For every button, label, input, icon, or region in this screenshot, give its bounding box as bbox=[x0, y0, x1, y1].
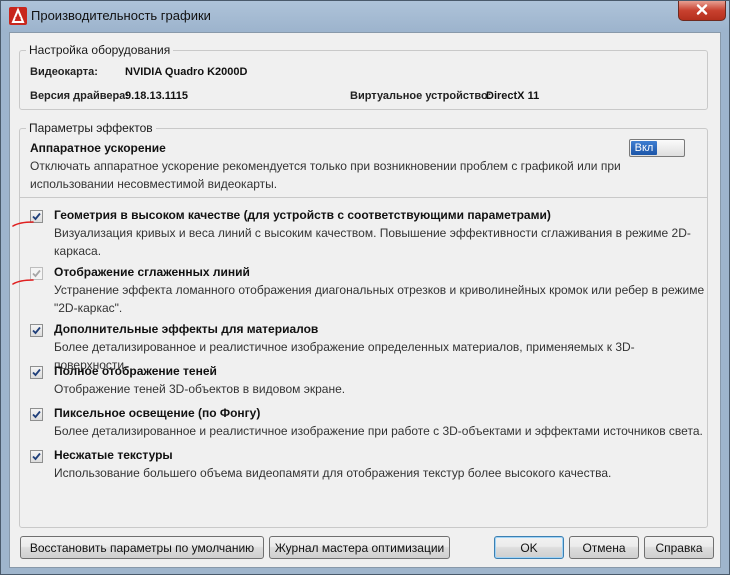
red-annotation-mark bbox=[12, 221, 34, 227]
full-shadows-desc: Отображение теней 3D-объектов в видовом … bbox=[54, 382, 346, 396]
smooth-lines-desc-line2: "2D-каркас". bbox=[54, 301, 123, 315]
videocard-label: Видеокарта: bbox=[30, 66, 98, 78]
checkmark-icon bbox=[32, 410, 41, 419]
red-annotation-mark bbox=[12, 279, 34, 285]
virtual-device-label: Виртуальное устройство: bbox=[350, 90, 492, 102]
hw-accel-desc-line2: использовании несовместимой видеокарты. bbox=[30, 177, 278, 191]
pixel-lighting-checkbox[interactable] bbox=[30, 408, 43, 421]
full-shadows-title: Полное отображение теней bbox=[54, 364, 217, 378]
ok-button[interactable]: OK bbox=[494, 536, 564, 559]
checkmark-icon bbox=[32, 269, 41, 278]
pixel-lighting-desc: Более детализированное и реалистичное из… bbox=[54, 424, 703, 438]
optimization-log-button[interactable]: Журнал мастера оптимизации bbox=[269, 536, 450, 559]
toggle-on-label: Вкл bbox=[631, 141, 657, 155]
hq-geometry-desc-line2: каркаса. bbox=[54, 244, 102, 258]
hw-accel-title: Аппаратное ускорение bbox=[30, 141, 166, 155]
effects-settings-group: Параметры эффектов Аппаратное ускорение … bbox=[19, 121, 708, 528]
hw-accel-desc-line1: Отключать аппаратное ускорение рекоменду… bbox=[30, 159, 621, 173]
hq-geometry-title: Геометрия в высоком качестве (для устрой… bbox=[54, 208, 551, 222]
graphics-performance-dialog: Производительность графики Настройка обо… bbox=[0, 0, 730, 575]
pixel-lighting-title: Пиксельное освещение (по Фонгу) bbox=[54, 406, 261, 420]
material-effects-checkbox[interactable] bbox=[30, 324, 43, 337]
hardware-group-legend: Настройка оборудования bbox=[26, 43, 174, 57]
virtual-device-value: DirectX 11 bbox=[486, 90, 540, 102]
restore-defaults-button[interactable]: Восстановить параметры по умолчанию bbox=[20, 536, 264, 559]
section-divider bbox=[20, 197, 707, 198]
window-title: Производительность графики bbox=[31, 8, 211, 23]
dialog-body: Настройка оборудования Видеокарта: NVIDI… bbox=[9, 32, 721, 568]
hw-accel-toggle[interactable]: Вкл bbox=[629, 139, 685, 157]
autocad-logo-icon bbox=[9, 7, 27, 25]
uncompressed-textures-checkbox[interactable] bbox=[30, 450, 43, 463]
title-bar[interactable]: Производительность графики bbox=[1, 1, 729, 31]
hardware-settings-group: Настройка оборудования Видеокарта: NVIDI… bbox=[19, 43, 708, 110]
close-button[interactable] bbox=[678, 1, 726, 21]
uncompressed-textures-desc: Использование большего объема видеопамят… bbox=[54, 466, 612, 480]
checkmark-icon bbox=[32, 368, 41, 377]
uncompressed-textures-title: Несжатые текстуры bbox=[54, 448, 173, 462]
checkmark-icon bbox=[32, 452, 41, 461]
driver-version-value: 9.18.13.1115 bbox=[125, 90, 189, 102]
videocard-value: NVIDIA Quadro K2000D bbox=[125, 66, 248, 78]
driver-version-label: Версия драйвера: bbox=[30, 90, 129, 102]
smooth-lines-title: Отображение сглаженных линий bbox=[54, 265, 250, 279]
hq-geometry-desc-line1: Визуализация кривых и веса линий с высок… bbox=[54, 226, 691, 240]
help-button[interactable]: Справка bbox=[644, 536, 714, 559]
checkmark-icon bbox=[32, 326, 41, 335]
cancel-button[interactable]: Отмена bbox=[569, 536, 639, 559]
material-effects-title: Дополнительные эффекты для материалов bbox=[54, 322, 319, 336]
effects-group-legend: Параметры эффектов bbox=[26, 121, 156, 135]
smooth-lines-desc-line1: Устранение эффекта ломанного отображения… bbox=[54, 283, 705, 297]
close-icon bbox=[696, 3, 708, 18]
full-shadows-checkbox[interactable] bbox=[30, 366, 43, 379]
